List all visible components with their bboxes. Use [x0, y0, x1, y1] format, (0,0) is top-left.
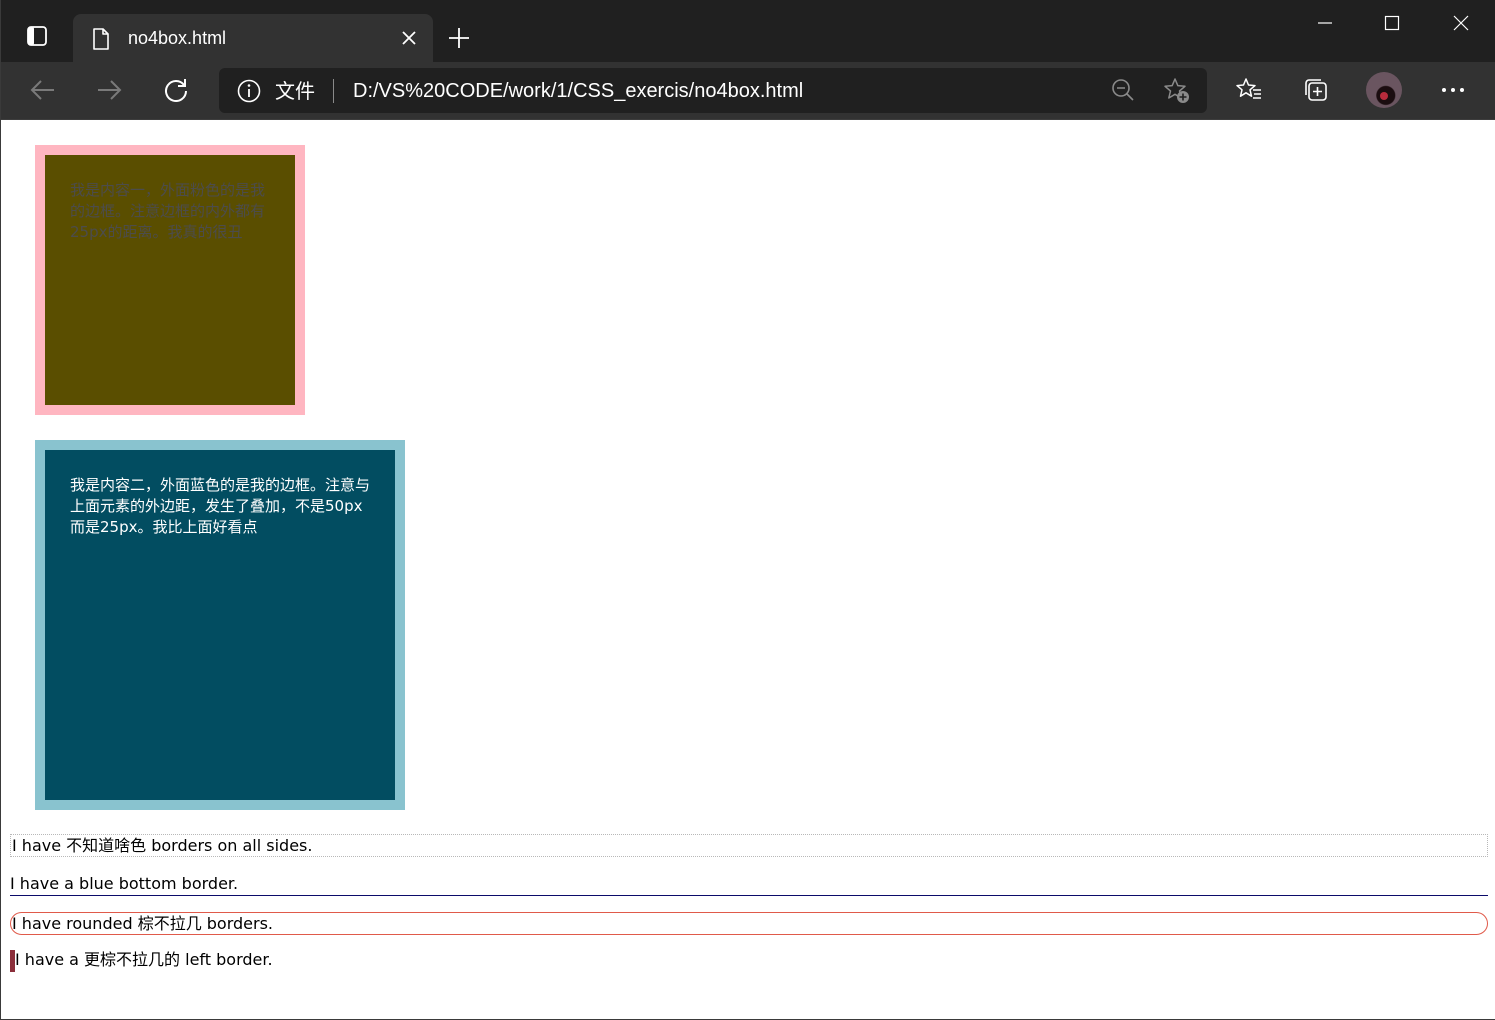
document-icon: [91, 27, 111, 55]
tab-title: no4box.html: [128, 28, 227, 48]
refresh-icon: [165, 79, 187, 102]
refresh-button[interactable]: [156, 70, 196, 110]
maximize-button[interactable]: [1359, 0, 1425, 46]
close-window-button[interactable]: [1428, 0, 1494, 46]
star-plus-icon[interactable]: [1163, 77, 1191, 109]
plus-icon: [449, 28, 469, 48]
favorites-list-icon: [1236, 78, 1261, 99]
forward-button[interactable]: [89, 70, 129, 110]
info-icon[interactable]: [237, 79, 261, 107]
collections-icon: [1305, 79, 1327, 101]
tab-actions-button[interactable]: [15, 16, 59, 60]
content-box-2-text: 我是内容二，外面蓝色的是我的边框。注意与上面元素的外边距，发生了叠加，不是50p…: [70, 476, 371, 536]
close-icon: [402, 31, 416, 45]
browser-window: no4box.html 文件 D:/VS%20CODE/work/1/CSS_e…: [0, 0, 1495, 1020]
minimize-button[interactable]: [1292, 0, 1358, 46]
tab-active[interactable]: no4box.html: [73, 14, 433, 62]
address-divider: [333, 79, 334, 103]
content-box-1-text: 我是内容一，外面粉色的是我的边框。注意边框的内外都有25px的距离。我真的很丑: [70, 181, 266, 241]
arrow-right-icon: [98, 80, 122, 100]
address-bar[interactable]: 文件 D:/VS%20CODE/work/1/CSS_exercis/no4bo…: [219, 68, 1207, 113]
left-border-paragraph: I have a 更棕不拉几的 left border.: [10, 950, 273, 972]
tab-strip: no4box.html: [1, 0, 1495, 62]
page-viewport: 我是内容一，外面粉色的是我的边框。注意边框的内外都有25px的距离。我真的很丑 …: [2, 120, 1495, 1019]
back-button[interactable]: [23, 70, 63, 110]
collections-button[interactable]: [1296, 70, 1336, 110]
maximize-icon: [1384, 15, 1400, 31]
arrow-left-icon: [30, 80, 54, 100]
avatar: [1366, 72, 1402, 108]
content-box-1: 我是内容一，外面粉色的是我的边框。注意边框的内外都有25px的距离。我真的很丑: [35, 145, 305, 415]
minimize-icon: [1318, 22, 1332, 24]
content-box-2: 我是内容二，外面蓝色的是我的边框。注意与上面元素的外边距，发生了叠加，不是50p…: [35, 440, 405, 810]
more-options-button[interactable]: [1433, 70, 1473, 110]
close-tab-button[interactable]: [399, 28, 419, 48]
bottom-border-paragraph: I have a blue bottom border.: [10, 874, 1488, 896]
close-icon: [1453, 15, 1469, 31]
ellipsis-icon: [1442, 88, 1464, 92]
dotted-border-paragraph: I have 不知道啥色 borders on all sides.: [10, 834, 1488, 857]
new-tab-button[interactable]: [443, 22, 475, 54]
tab-actions-icon: [26, 25, 48, 51]
rounded-border-paragraph: I have rounded 棕不拉几 borders.: [10, 912, 1488, 935]
profile-button[interactable]: [1364, 70, 1404, 110]
site-scheme-label[interactable]: 文件: [275, 78, 315, 104]
favorites-button[interactable]: [1229, 70, 1269, 110]
zoom-out-icon[interactable]: [1111, 78, 1135, 106]
url-input[interactable]: D:/VS%20CODE/work/1/CSS_exercis/no4box.h…: [353, 79, 803, 103]
browser-toolbar: 文件 D:/VS%20CODE/work/1/CSS_exercis/no4bo…: [1, 62, 1495, 120]
